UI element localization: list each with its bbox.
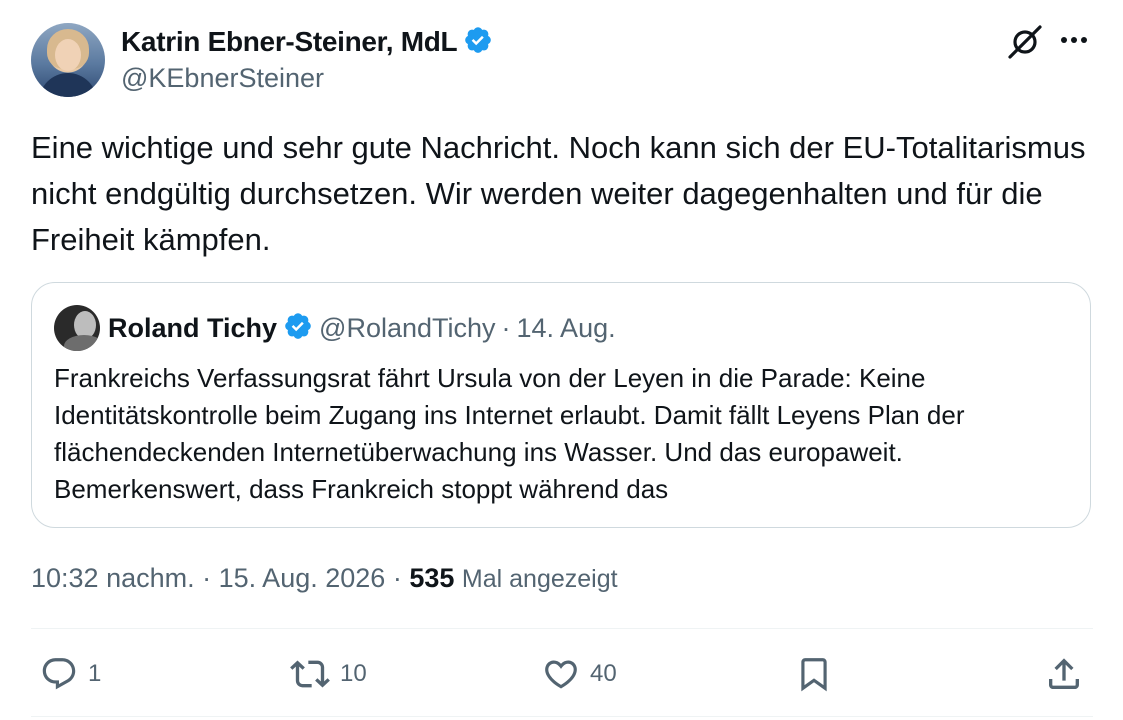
repost-icon xyxy=(290,660,330,688)
quoted-author-name: Roland Tichy xyxy=(108,313,278,343)
author-avatar[interactable] xyxy=(31,23,105,97)
like-button[interactable]: 40 xyxy=(542,652,617,696)
quoted-separator: · xyxy=(501,313,511,343)
reply-icon xyxy=(42,658,76,690)
repost-button[interactable]: 10 xyxy=(290,652,367,696)
quoted-date: 14. Aug. xyxy=(516,313,616,343)
meta-separator: · xyxy=(202,563,212,593)
tweet-meta: 10:32 nachm. · 15. Aug. 2026 · 535 Mal a… xyxy=(31,563,618,594)
quoted-verified-badge-icon xyxy=(283,311,313,348)
like-icon xyxy=(545,660,577,689)
quoted-avatar-body xyxy=(64,335,100,351)
bookmark-button[interactable] xyxy=(795,652,833,696)
quoted-header: Roland Tichy @RolandTichy · 14. Aug. xyxy=(108,311,616,348)
reply-count: 1 xyxy=(88,660,102,687)
quoted-tweet[interactable]: Roland Tichy @RolandTichy · 14. Aug. Frankr… xyxy=(31,282,1091,528)
divider-bottom xyxy=(31,716,1093,717)
author-name[interactable]: Katrin Ebner-Steiner, MdL xyxy=(121,26,458,57)
share-icon xyxy=(1049,658,1079,689)
tweet-text: Eine wichtige und sehr gute Nachricht. N… xyxy=(31,130,1086,257)
like-count: 40 xyxy=(590,660,617,687)
quoted-author-avatar xyxy=(54,305,100,351)
views-count: 535 xyxy=(409,563,455,593)
author-handle[interactable]: @KEbnerSteiner xyxy=(121,63,324,94)
avatar-shoulders xyxy=(39,73,97,97)
verified-badge-icon[interactable] xyxy=(463,25,493,62)
divider-top xyxy=(31,628,1093,629)
quoted-tweet-text: Frankreichs Verfassungsrat fährt Ursula … xyxy=(54,363,965,504)
reply-button[interactable]: 1 xyxy=(40,652,101,696)
grok-icon[interactable] xyxy=(1006,23,1044,66)
avatar-face xyxy=(55,39,81,71)
share-button[interactable] xyxy=(1044,652,1084,696)
more-icon[interactable] xyxy=(1059,30,1089,55)
meta-separator-2: · xyxy=(392,563,402,593)
bookmark-icon xyxy=(801,658,827,692)
tweet-time[interactable]: 10:32 nachm. xyxy=(31,563,195,593)
author-name-row[interactable]: Katrin Ebner-Steiner, MdL xyxy=(121,25,493,62)
views-label: Mal angezeigt xyxy=(461,565,618,593)
tweet-date[interactable]: 15. Aug. 2026 xyxy=(219,563,386,593)
repost-count: 10 xyxy=(340,660,367,687)
quoted-author-handle: @RolandTichy xyxy=(319,313,496,343)
